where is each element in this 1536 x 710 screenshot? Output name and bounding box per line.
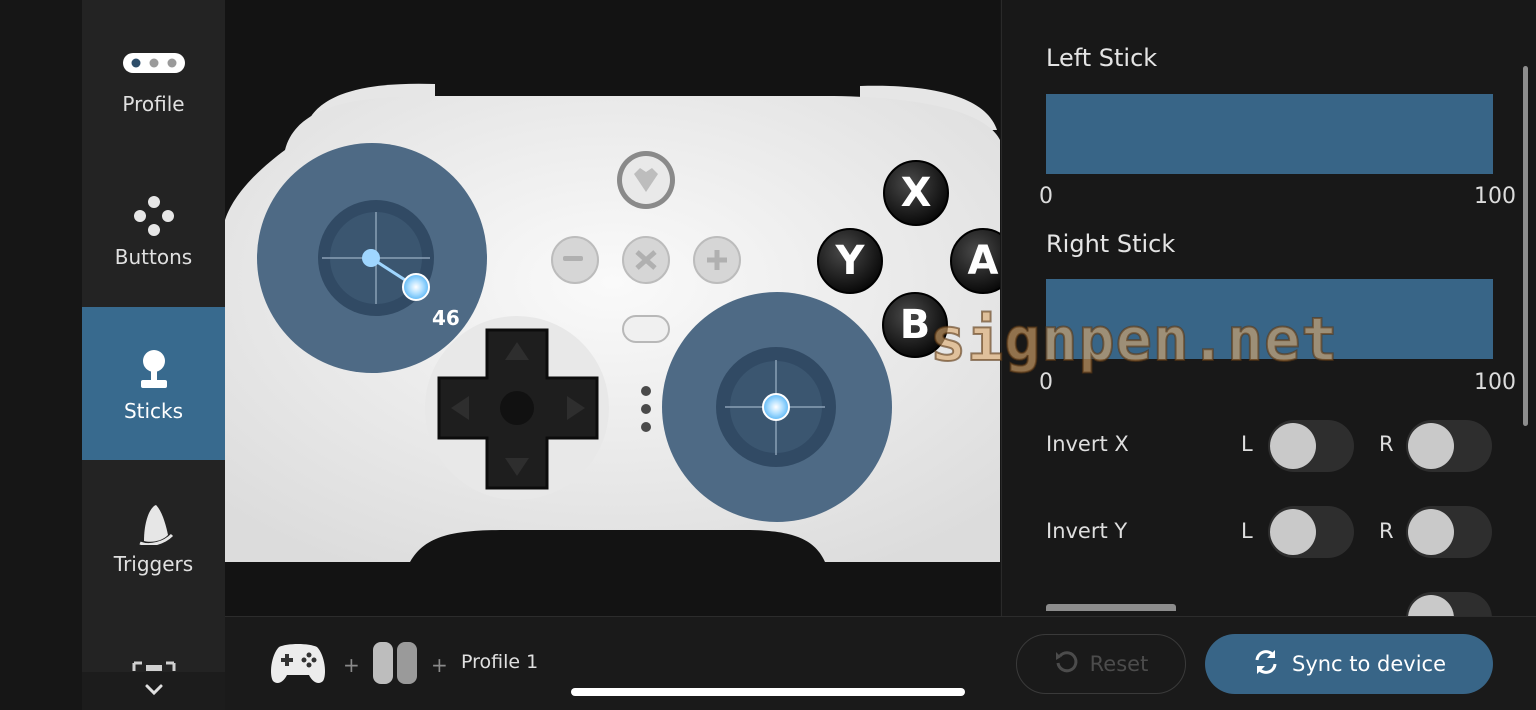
toggle-knob bbox=[1270, 509, 1316, 555]
watermark-text: signpen.net bbox=[929, 304, 1339, 376]
plus-separator: + bbox=[343, 653, 360, 677]
sidebar-item-triggers[interactable]: Triggers bbox=[82, 460, 225, 613]
swap-sticks-toggle[interactable] bbox=[1406, 592, 1492, 616]
swap-sticks-row-partial bbox=[1046, 604, 1176, 616]
invert-y-right-toggle[interactable] bbox=[1406, 506, 1492, 558]
left-stick-title: Left Stick bbox=[1046, 44, 1158, 72]
button-x-label[interactable]: X bbox=[898, 170, 934, 216]
current-profile-label: Profile 1 bbox=[461, 651, 539, 673]
reset-button[interactable]: Reset bbox=[1016, 634, 1186, 694]
right-stick-title: Right Stick bbox=[1046, 230, 1176, 258]
undo-icon bbox=[1054, 649, 1080, 680]
controller-image bbox=[225, 83, 1000, 562]
sync-to-device-button[interactable]: Sync to device bbox=[1205, 634, 1493, 694]
invert-x-label: Invert X bbox=[1046, 432, 1129, 456]
home-indicator[interactable] bbox=[571, 688, 965, 696]
invert-y-right-label: R bbox=[1379, 519, 1394, 543]
left-stick-deadzone-slider[interactable] bbox=[1046, 94, 1493, 174]
controller-view: 46 X Y A B bbox=[225, 0, 1000, 616]
invert-y-left-label: L bbox=[1241, 519, 1253, 543]
sync-icon bbox=[1252, 648, 1280, 681]
sidebar-item-label: Profile bbox=[122, 91, 185, 116]
right-stick-max: 100 bbox=[1474, 370, 1516, 395]
invert-x-right-toggle[interactable] bbox=[1406, 420, 1492, 472]
invert-x-right-label: R bbox=[1379, 432, 1394, 456]
plus-separator: + bbox=[431, 653, 448, 677]
joystick-icon bbox=[119, 345, 189, 395]
trigger-icon bbox=[119, 498, 189, 548]
reset-button-label: Reset bbox=[1089, 652, 1149, 676]
left-stick-max: 100 bbox=[1474, 184, 1516, 209]
left-stick-min: 0 bbox=[1039, 184, 1053, 209]
toggle-knob bbox=[1408, 423, 1454, 469]
invert-x-left-toggle[interactable] bbox=[1268, 420, 1354, 472]
profile-dots-icon bbox=[119, 38, 189, 88]
sidebar: Profile Buttons Sticks Triggers bbox=[82, 0, 225, 710]
invert-x-left-label: L bbox=[1241, 432, 1253, 456]
switch-console-icon bbox=[372, 641, 418, 689]
sidebar-scroll-more[interactable] bbox=[82, 672, 225, 710]
button-a-label[interactable]: A bbox=[965, 238, 1000, 284]
sidebar-item-label: Sticks bbox=[123, 398, 184, 423]
buttons-cluster-icon bbox=[119, 191, 189, 241]
sidebar-item-label: Buttons bbox=[114, 244, 193, 269]
bottom-bar: + + Profile 1 Reset Sync to device bbox=[225, 616, 1536, 710]
toggle-knob bbox=[1270, 423, 1316, 469]
sync-button-label: Sync to device bbox=[1291, 652, 1447, 676]
sidebar-item-buttons[interactable]: Buttons bbox=[82, 153, 225, 306]
gamepad-icon bbox=[269, 641, 327, 689]
left-stick-value: 46 bbox=[432, 306, 460, 330]
panel-scrollbar[interactable] bbox=[1523, 66, 1528, 426]
sidebar-item-sticks[interactable]: Sticks bbox=[82, 307, 225, 460]
chevron-down-icon bbox=[144, 682, 164, 701]
invert-y-left-toggle[interactable] bbox=[1268, 506, 1354, 558]
sidebar-item-label: Triggers bbox=[113, 551, 194, 576]
button-y-label[interactable]: Y bbox=[832, 238, 868, 284]
sidebar-item-profile[interactable]: Profile bbox=[82, 0, 225, 153]
toggle-knob bbox=[1408, 595, 1454, 616]
toggle-knob bbox=[1408, 509, 1454, 555]
invert-y-label: Invert Y bbox=[1046, 519, 1128, 543]
button-b-label[interactable]: B bbox=[897, 302, 933, 348]
